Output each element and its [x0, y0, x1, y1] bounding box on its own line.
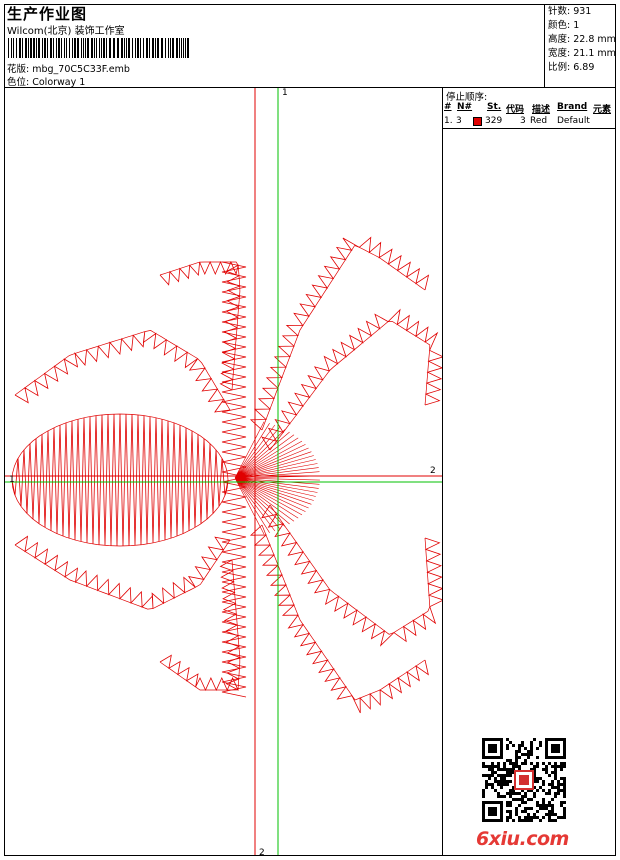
design-file: 花版: mbg_70C5C33F.emb: [7, 64, 130, 75]
axis-label-bottom: 2: [259, 848, 265, 858]
axis-label-top: 1: [282, 88, 288, 98]
stats-divider: [544, 4, 545, 88]
stat-width: 宽度: 21.1 mm: [548, 48, 616, 59]
stat-scale: 比例: 6.89: [548, 62, 595, 73]
company-name: Wilcom(北京) 装饰工作室: [7, 26, 125, 37]
axis-label-left: 1: [9, 475, 15, 485]
stat-stitches: 针数: 931: [548, 6, 592, 17]
table-row: 1. 3 329 3 Red Default: [444, 116, 590, 126]
spider-embroidery: [11, 236, 442, 714]
sidebar-divider: [442, 88, 443, 856]
axis-label-right: 2: [430, 466, 436, 476]
stop-sequence-table: # N# St. 代码 描述 Brand 元素 1. 3 329 3 Red D…: [444, 101, 616, 129]
barcode: [8, 38, 189, 58]
col-description: 描述: [532, 105, 551, 115]
col-code: 代码: [506, 105, 525, 115]
color-swatch: [473, 117, 482, 126]
col-index: #: [444, 102, 452, 112]
col-element: 元素: [593, 105, 612, 115]
stat-height: 高度: 22.8 mm: [548, 34, 616, 45]
col-stitches: St.: [487, 102, 502, 112]
site-logo: 6xiu.com: [476, 828, 569, 850]
qr-code: [482, 738, 566, 822]
design-canvas: [5, 88, 442, 855]
table-divider: [443, 128, 616, 129]
page-title: 生产作业图: [7, 5, 88, 23]
colorway: 色位: Colorway 1: [7, 77, 86, 88]
stat-colors: 颜色: 1: [548, 20, 580, 31]
stats-panel: 针数: 931 颜色: 1 高度: 22.8 mm 宽度: 21.1 mm 比例…: [548, 5, 616, 75]
col-needle: N#: [457, 102, 473, 112]
table-header: # N# St. 代码 描述 Brand 元素: [444, 101, 616, 115]
col-brand: Brand: [557, 102, 588, 112]
